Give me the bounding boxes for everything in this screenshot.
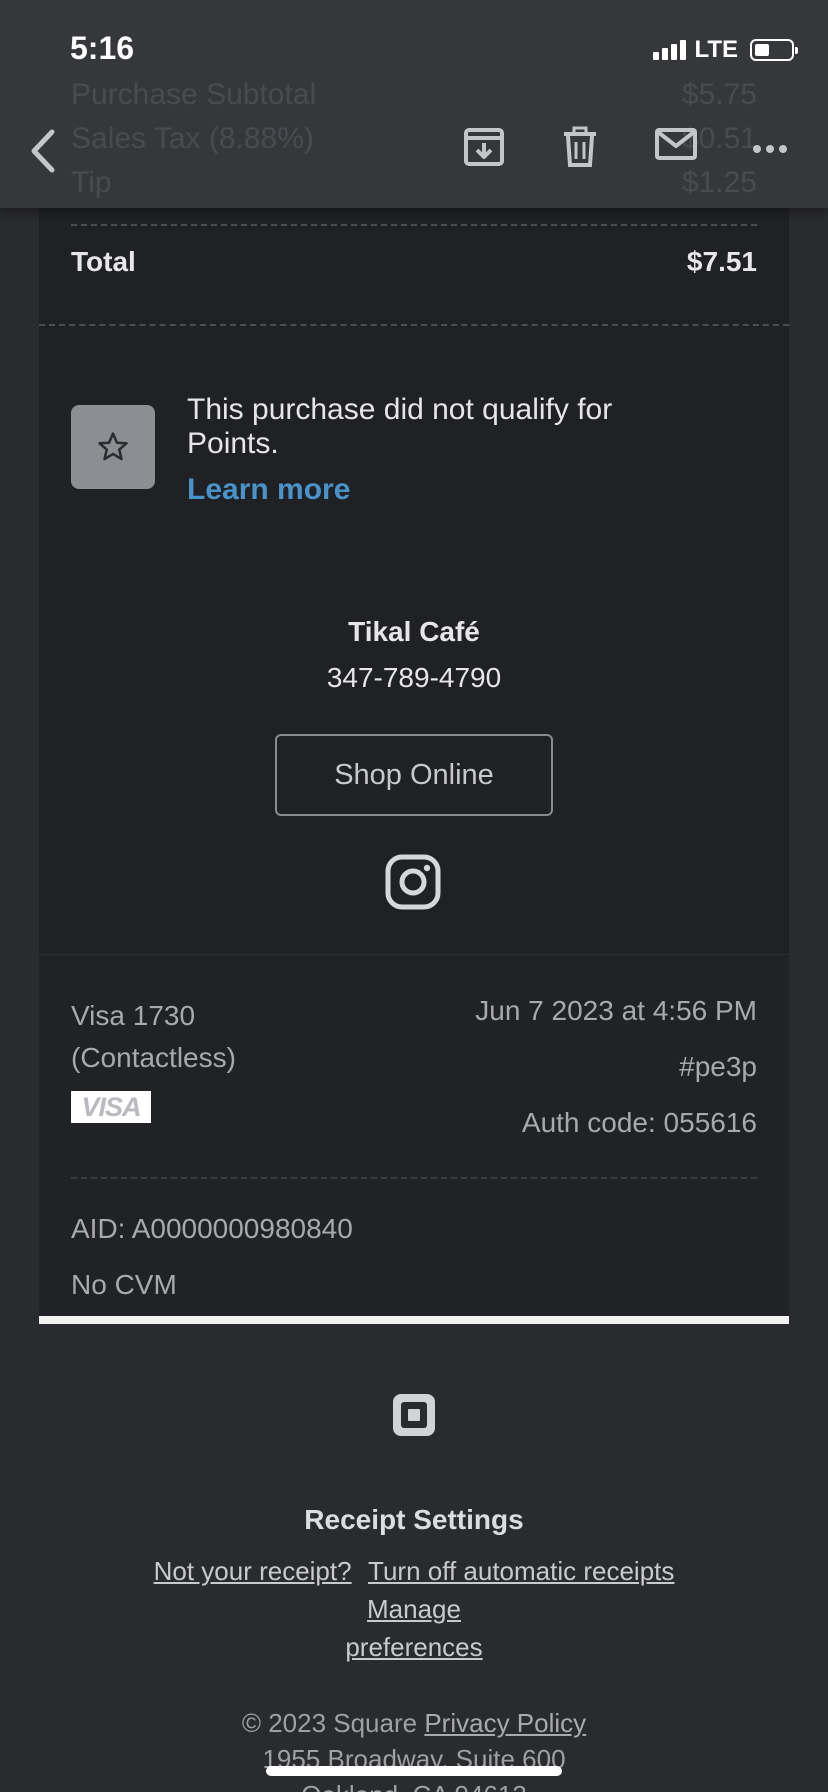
status-time: 5:16 [70, 30, 135, 66]
auth-code: Auth code: 055616 [521, 1107, 757, 1138]
total-row: Total $7.51 [71, 246, 757, 278]
aid-value: AID: A0000000980840 [71, 1213, 353, 1244]
signal-icon [653, 40, 687, 60]
email-viewport: Purchase Subtotal $5.75 Sales Tax (8.88%… [0, 0, 828, 1792]
total-value: $7.51 [686, 246, 757, 277]
card-info: Visa 1730 (Contactless) [71, 995, 236, 1079]
home-indicator[interactable] [266, 1766, 562, 1776]
merchant-phone[interactable]: 347-789-4790 [39, 662, 789, 694]
chevron-left-icon [31, 129, 55, 173]
total-label: Total [71, 246, 136, 277]
receipt-settings-title: Receipt Settings [304, 1504, 524, 1535]
copyright: © 2023 Square Privacy Policy [0, 1708, 828, 1739]
payment-method: (Contactless) [71, 1042, 236, 1073]
not-your-receipt-link[interactable]: Not your receipt? [154, 1556, 352, 1586]
manage-link-row: Manage [0, 1594, 828, 1625]
transaction-info: Jun 7 2023 at 4:56 PM #pe3p Auth code: 0… [475, 995, 757, 1163]
mail-icon [655, 128, 697, 160]
ghost-row-tip: Tip $1.25 [71, 166, 757, 199]
manage-link[interactable]: Manage [367, 1594, 461, 1624]
back-button[interactable] [26, 128, 60, 179]
shop-online-button[interactable]: Shop Online [275, 734, 553, 816]
receipt-links: Not your receipt? Turn off automatic rec… [0, 1556, 828, 1587]
more-button[interactable] [752, 142, 788, 160]
divider [71, 224, 757, 226]
receipt-footer: Receipt Settings Not your receipt? Turn … [0, 1324, 828, 1792]
points-message: This purchase did not qualify for Points… [187, 393, 613, 460]
card-number: Visa 1730 [71, 1000, 196, 1031]
more-icon [753, 145, 787, 153]
archive-button[interactable] [462, 126, 506, 173]
visa-logo: VISA [71, 1091, 151, 1123]
cvm-value: No CVM [71, 1269, 177, 1300]
payment-details: Visa 1730 (Contactless) VISA Jun 7 2023 … [39, 954, 789, 1320]
instagram-link[interactable] [385, 854, 441, 915]
archive-icon [464, 128, 504, 166]
mail-button[interactable] [654, 126, 698, 167]
trash-button[interactable] [560, 126, 600, 173]
copyright-text: © 2023 Square [241, 1708, 418, 1738]
square-logo-icon [391, 1392, 437, 1443]
divider [39, 324, 789, 326]
preferences-link[interactable]: preferences [345, 1632, 482, 1662]
transaction-datetime: Jun 7 2023 at 4:56 PM [475, 995, 757, 1026]
trash-icon [564, 126, 596, 167]
network-label: LTE [694, 36, 738, 63]
divider [71, 1177, 757, 1179]
battery-icon [750, 39, 798, 61]
merchant-name: Tikal Café [348, 616, 480, 647]
company-city: Oakland, CA 94612 [0, 1780, 828, 1792]
receipt-id: #pe3p [679, 1051, 757, 1082]
turn-off-receipts-link[interactable]: Turn off automatic receipts [368, 1556, 674, 1586]
receipt-bottom-border [39, 1316, 789, 1324]
status-indicators: LTE [653, 36, 798, 64]
points-badge [71, 405, 155, 489]
top-bar: Purchase Subtotal $5.75 Sales Tax (8.88%… [0, 0, 828, 208]
learn-more-link[interactable]: Learn more [187, 473, 350, 507]
instagram-icon [385, 854, 441, 910]
receipt-card: Total $7.51 This purchase did not qualif… [39, 208, 789, 1320]
privacy-policy-link[interactable]: Privacy Policy [424, 1708, 586, 1738]
ghost-row-subtotal: Purchase Subtotal $5.75 [71, 78, 757, 111]
star-icon [98, 432, 128, 461]
preferences-link-row: preferences [0, 1632, 828, 1663]
